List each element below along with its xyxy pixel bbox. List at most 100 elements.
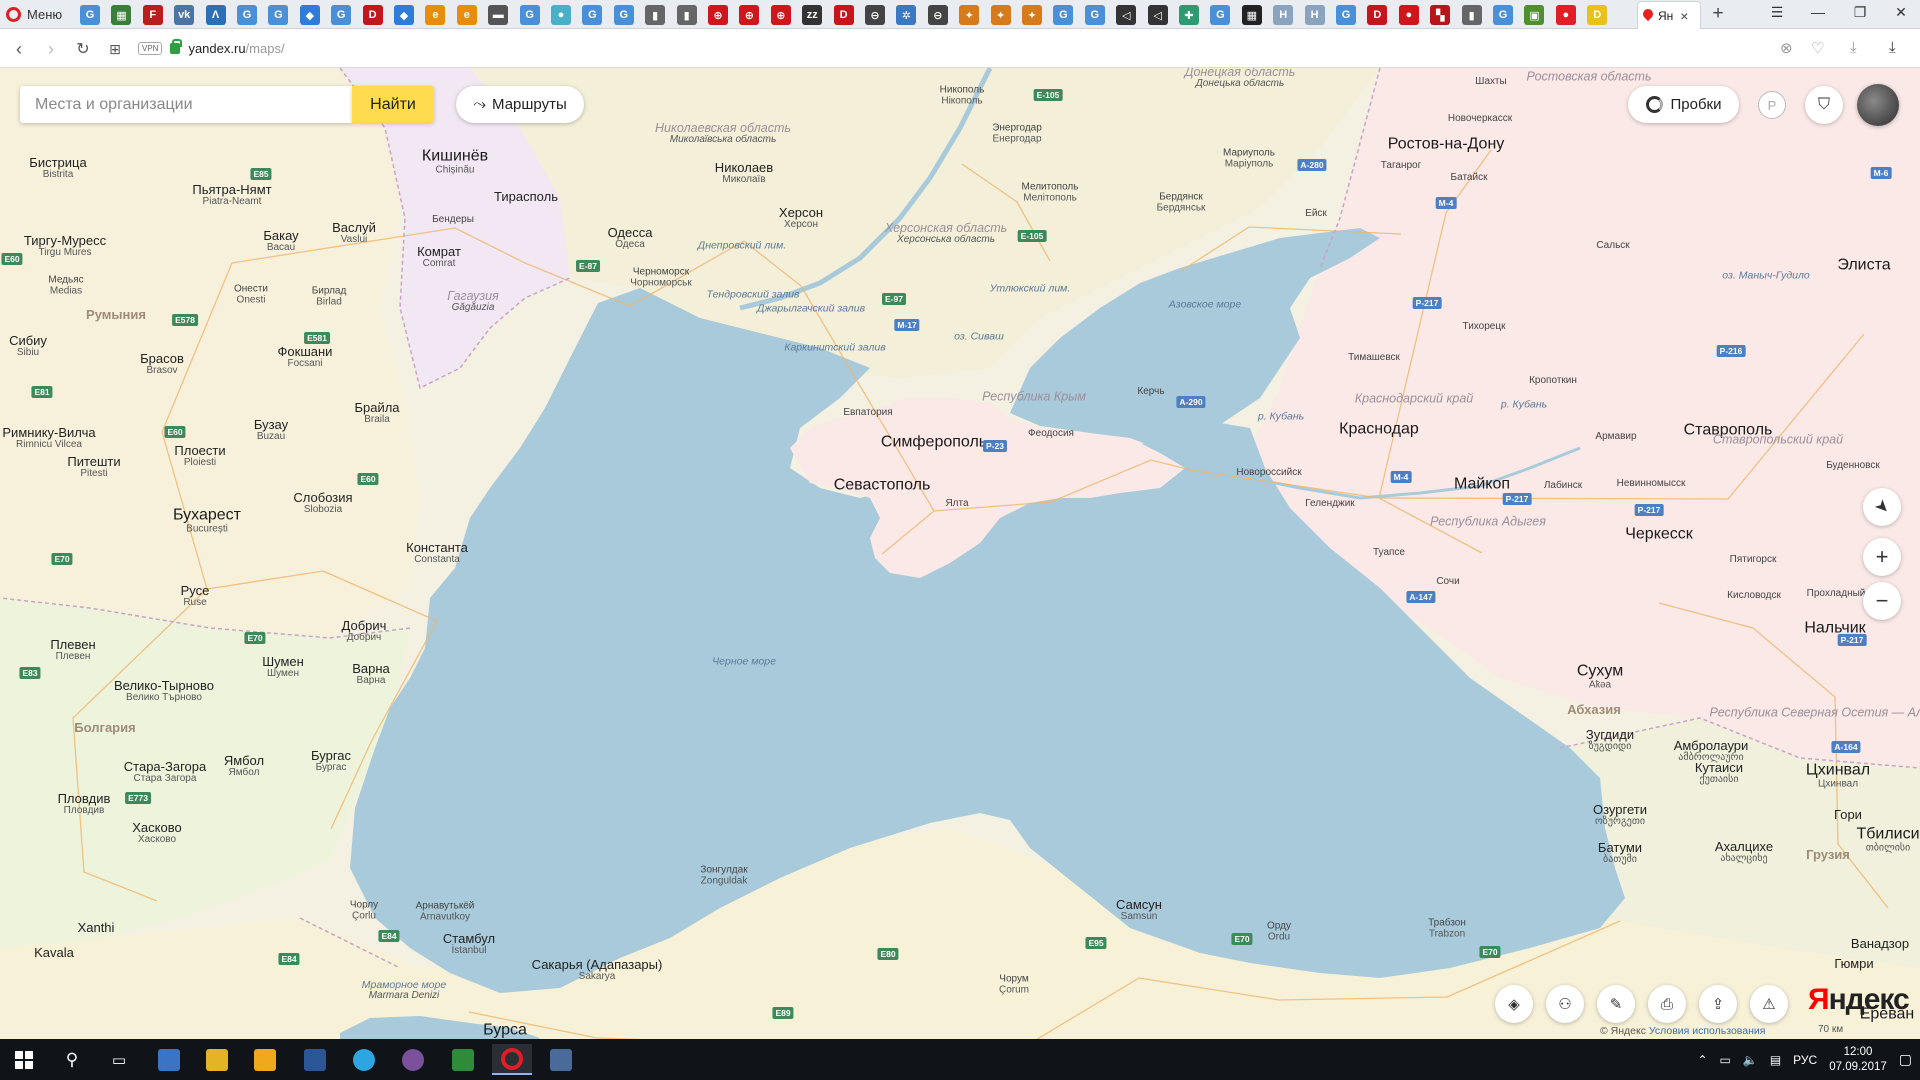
google-icon[interactable]: G [1493, 5, 1513, 25]
tray-chevron-icon[interactable]: ⌃ [1697, 1053, 1707, 1067]
car-icon[interactable]: ▬ [488, 5, 509, 25]
clock[interactable]: 12:00 07.09.2017 [1829, 1045, 1887, 1075]
action-center-icon[interactable]: ▤ [1770, 1053, 1781, 1067]
search-button[interactable]: ⚲ [52, 1044, 92, 1075]
google-icon[interactable]: G [519, 5, 540, 25]
chart-icon[interactable]: ▦ [111, 5, 132, 25]
terms-link[interactable]: Условия использования [1649, 1025, 1766, 1037]
star-icon[interactable]: ✦ [959, 5, 980, 25]
star-icon[interactable]: ✦ [990, 5, 1011, 25]
new-tab-button[interactable]: + [1708, 3, 1728, 25]
active-tab[interactable]: Ян × [1637, 1, 1701, 29]
google-icon[interactable]: G [1084, 5, 1105, 25]
print-button[interactable]: ⎙ [1648, 985, 1686, 1023]
ruler-button[interactable]: ✎ [1597, 985, 1635, 1023]
opera-menu-button[interactable]: Меню [6, 4, 62, 25]
taskbar-app-outlook[interactable] [245, 1044, 285, 1075]
speed-dial-icon[interactable]: ⊞ [104, 38, 126, 60]
ad-block-icon[interactable]: ⊗ [1780, 39, 1793, 57]
taskbar-app-scanner[interactable] [541, 1044, 581, 1075]
letter-d-icon[interactable]: D [1367, 5, 1388, 25]
drop-icon[interactable]: ◆ [394, 5, 414, 25]
document-icon[interactable]: ▮ [676, 5, 697, 25]
map-pin-icon[interactable]: ● [1555, 5, 1576, 25]
search-input[interactable] [20, 86, 352, 123]
taskbar-app-word[interactable] [295, 1044, 335, 1075]
taskbar-app-viber[interactable] [393, 1044, 433, 1075]
rzd-icon[interactable]: ⊕ [770, 5, 791, 25]
close-tab-button[interactable]: × [1680, 8, 1688, 24]
google-icon[interactable]: G [331, 5, 352, 25]
locate-me-button[interactable]: ➤ [1863, 488, 1901, 526]
zoom-in-button[interactable]: + [1863, 538, 1901, 576]
network-icon[interactable]: ▭ [1720, 1053, 1731, 1067]
heart-icon[interactable]: ♡ [1811, 39, 1824, 57]
panorama-button[interactable]: ⚇ [1546, 985, 1584, 1023]
letter-h-icon[interactable]: H [1273, 5, 1294, 25]
traffic-button[interactable]: Пробки [1628, 86, 1739, 123]
red-circle-icon[interactable]: ● [1398, 5, 1419, 25]
find-button[interactable]: Найти [352, 86, 434, 123]
lock-icon[interactable] [170, 39, 183, 54]
yellow-icon[interactable]: D [1587, 5, 1608, 25]
google-icon[interactable]: G [268, 5, 289, 25]
parking-button[interactable]: P [1758, 91, 1786, 119]
map-canvas[interactable]: Кишинёв Chișinău Тирасполь Бендеры Комрат Com… [0, 68, 1920, 1039]
tab-menu-icon[interactable]: ☰ [1762, 4, 1792, 21]
reload-button[interactable]: ↻ [72, 38, 94, 60]
taskbar-app-explorer[interactable] [197, 1044, 237, 1075]
google-icon[interactable]: G [80, 5, 100, 25]
puzzle-icon[interactable]: ✚ [1179, 5, 1199, 25]
arrow-icon[interactable]: ◁ [1147, 5, 1168, 25]
metro-icon[interactable]: ⊖ [927, 5, 948, 25]
taskbar-app-opera[interactable] [492, 1044, 532, 1075]
triangle-icon[interactable]: Λ [205, 5, 226, 25]
taskbar-app-telegram[interactable] [344, 1044, 384, 1075]
forward-button[interactable]: › [40, 38, 62, 60]
rzd-icon[interactable]: ⊕ [708, 5, 728, 25]
snowflake-icon[interactable]: ✲ [896, 5, 917, 25]
grid-icon[interactable]: ▦ [1241, 5, 1262, 25]
google-icon[interactable]: G [613, 5, 634, 25]
letter-d-icon[interactable]: D [362, 5, 383, 25]
google-icon[interactable]: G [582, 5, 603, 25]
routes-button[interactable]: ⤳ Маршруты [456, 86, 584, 123]
metro-icon[interactable]: ⊖ [865, 5, 885, 25]
e-icon[interactable]: e [456, 5, 477, 25]
restore-button[interactable]: ❐ [1845, 4, 1875, 21]
taskbar-app-save[interactable] [149, 1044, 189, 1075]
google-icon[interactable]: G [1053, 5, 1074, 25]
image-icon[interactable]: ▣ [1524, 5, 1545, 25]
yandex-logo[interactable]: Яндекс [1808, 985, 1910, 1015]
taskbar-app-spreadsheet[interactable] [443, 1044, 483, 1075]
search-box[interactable] [20, 86, 352, 123]
google-icon[interactable]: G [1336, 5, 1356, 25]
snapshot-icon[interactable]: ⤓ [1850, 39, 1857, 56]
letter-d-icon[interactable]: D [833, 5, 854, 25]
bookmarks-button[interactable]: ⛉ [1805, 86, 1843, 124]
document-icon[interactable]: ▮ [1461, 5, 1482, 25]
document-icon[interactable]: ▮ [645, 5, 666, 25]
url-field[interactable]: VPN yandex.ru /maps/ [138, 36, 1814, 61]
downloads-icon[interactable]: ⤓ [1889, 39, 1896, 56]
close-window-button[interactable]: ✕ [1886, 4, 1916, 21]
zz-icon[interactable]: zz [802, 5, 823, 25]
start-button[interactable] [4, 1044, 44, 1075]
minimize-button[interactable]: — [1803, 4, 1833, 20]
notifications-icon[interactable]: ▢ [1899, 1051, 1912, 1068]
report-button[interactable]: ⚠ [1750, 985, 1788, 1023]
google-icon[interactable]: G [1210, 5, 1231, 25]
map-pin-icon[interactable]: ● [551, 5, 571, 25]
vpn-badge[interactable]: VPN [138, 42, 163, 55]
task-view-button[interactable]: ▭ [99, 1044, 139, 1075]
arrow-icon[interactable]: ◁ [1116, 5, 1137, 25]
drop-icon[interactable]: ◆ [299, 5, 320, 25]
rzd-icon[interactable]: ⊕ [739, 5, 760, 25]
share-button[interactable]: ⇪ [1699, 985, 1737, 1023]
user-avatar[interactable] [1857, 84, 1899, 126]
letter-f-icon[interactable]: F [142, 5, 163, 25]
flag-icon[interactable]: ▚ [1430, 5, 1451, 25]
vk-icon[interactable]: vk [174, 5, 195, 25]
google-icon[interactable]: G [237, 5, 257, 25]
volume-icon[interactable]: 🔈 [1743, 1053, 1758, 1067]
